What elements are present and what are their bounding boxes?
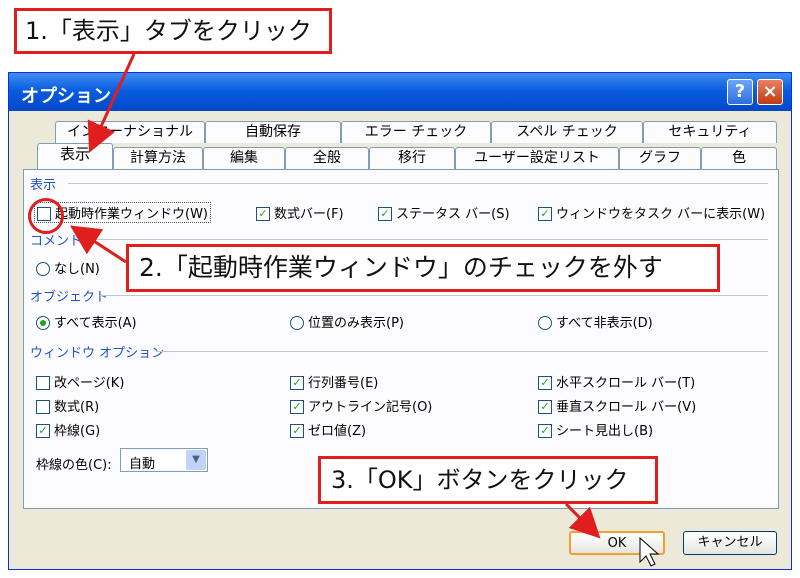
check-icon: ✓ xyxy=(538,423,552,438)
check-icon: ✓ xyxy=(378,206,392,221)
check-icon: ✓ xyxy=(290,375,304,390)
group-divider xyxy=(100,295,768,296)
checkbox-row-col-headers[interactable]: ✓ 行列番号(E) xyxy=(290,372,378,391)
tab-color[interactable]: 色 xyxy=(701,147,777,169)
checkbox-label: ウィンドウをタスク バーに表示(W) xyxy=(556,207,766,222)
check-icon: ✓ xyxy=(290,399,304,414)
radio-label: 位置のみ表示(P) xyxy=(308,316,404,331)
checkbox-label: シート見出し(B) xyxy=(556,424,654,439)
group-divider xyxy=(84,239,768,240)
radio-circle xyxy=(36,261,50,276)
highlight-circle xyxy=(28,198,64,234)
check-icon: ✓ xyxy=(256,206,270,221)
close-icon[interactable]: × xyxy=(757,79,783,105)
checkbox-status-bar[interactable]: ✓ ステータス バー(S) xyxy=(378,203,510,222)
checkbox-label: 垂直スクロール バー(V) xyxy=(556,400,697,415)
radio-show-placeholders[interactable]: 位置のみ表示(P) xyxy=(290,312,404,331)
checkbox-label: アウトライン記号(O) xyxy=(308,400,433,415)
checkbox-formula-bar[interactable]: ✓ 数式バー(F) xyxy=(256,203,344,222)
checkbox-outline-symbols[interactable]: ✓ アウトライン記号(O) xyxy=(290,396,432,415)
tab-view[interactable]: 表示 xyxy=(37,143,113,169)
dialog-title: オプション xyxy=(21,86,111,107)
group-divider xyxy=(68,183,768,184)
title-bar[interactable]: オプション ? × xyxy=(9,73,791,111)
tab-edit[interactable]: 編集 xyxy=(203,147,285,169)
check-icon: ✓ xyxy=(538,375,552,390)
cancel-button[interactable]: キャンセル xyxy=(683,531,777,555)
radio-circle xyxy=(290,315,304,330)
group-divider xyxy=(156,351,768,352)
checkbox-sheet-tabs[interactable]: ✓ シート見出し(B) xyxy=(538,420,653,439)
tab-autosave[interactable]: 自動保存 xyxy=(205,121,341,143)
check-icon: ✓ xyxy=(538,399,552,414)
check-icon: ✓ xyxy=(290,423,304,438)
tab-general[interactable]: 全般 xyxy=(285,147,369,169)
checkbox-label: ステータス バー(S) xyxy=(396,207,510,222)
ok-button[interactable]: OK xyxy=(569,531,665,555)
checkbox-gridlines[interactable]: ✓ 枠線(G) xyxy=(36,420,100,439)
tab-error-check[interactable]: エラー チェック xyxy=(341,121,491,143)
checkbox-label: 水平スクロール バー(T) xyxy=(556,376,696,391)
checkbox-zero-values[interactable]: ✓ ゼロ値(Z) xyxy=(290,420,366,439)
checkbox-box xyxy=(36,375,50,390)
radio-hide-all[interactable]: すべて非表示(D) xyxy=(538,312,653,331)
gridline-color-label: 枠線の色(C): xyxy=(36,458,112,473)
radio-circle xyxy=(538,315,552,330)
callout-step1: 1.「表示」タブをクリック xyxy=(14,8,332,54)
radio-comment-none[interactable]: なし(N) xyxy=(36,258,100,277)
tab-international[interactable]: インターナショナル xyxy=(55,121,205,143)
gridline-color-select[interactable]: 自動 ▼ xyxy=(120,448,208,472)
help-icon[interactable]: ? xyxy=(727,79,753,105)
checkbox-box xyxy=(36,399,50,414)
radio-label: すべて表示(A) xyxy=(54,316,137,331)
group-title-comment: コメント xyxy=(30,234,83,249)
tab-security[interactable]: セキュリティ xyxy=(643,121,777,143)
callout-step3: 3.「OK」ボタンをクリック xyxy=(318,456,658,504)
group-title-display: 表示 xyxy=(30,178,57,193)
group-title-window-options: ウィンドウ オプション xyxy=(30,346,165,361)
checkbox-label: 起動時作業ウィンドウ(W) xyxy=(55,207,208,222)
checkbox-formulas[interactable]: 数式(R) xyxy=(36,396,99,415)
gridline-color-value: 自動 xyxy=(129,457,156,472)
checkbox-label: 行列番号(E) xyxy=(308,376,379,391)
checkbox-page-breaks[interactable]: 改ページ(K) xyxy=(36,372,124,391)
tab-spell-check[interactable]: スペル チェック xyxy=(491,121,643,143)
checkbox-label: 数式(R) xyxy=(54,400,100,415)
tab-custom-lists[interactable]: ユーザー設定リスト xyxy=(455,147,619,169)
tab-transition[interactable]: 移行 xyxy=(369,147,455,169)
checkbox-label: 数式バー(F) xyxy=(274,207,344,222)
radio-label: すべて非表示(D) xyxy=(556,316,653,331)
checkbox-vertical-scrollbar[interactable]: ✓ 垂直スクロール バー(V) xyxy=(538,396,696,415)
check-icon: ✓ xyxy=(538,206,552,221)
callout-step2: 2.「起動時作業ウィンドウ」のチェックを外す xyxy=(126,244,720,292)
tab-chart[interactable]: グラフ xyxy=(619,147,701,169)
checkbox-label: ゼロ値(Z) xyxy=(308,424,367,439)
callout-step3-text: 3.「OK」ボタンをクリック xyxy=(331,466,629,494)
radio-label: なし(N) xyxy=(54,262,100,277)
callout-step1-text: 1.「表示」タブをクリック xyxy=(25,17,312,45)
checkbox-label: 枠線(G) xyxy=(54,424,101,439)
check-icon: ✓ xyxy=(36,423,50,438)
group-title-object: オブジェクト xyxy=(30,290,109,305)
checkbox-label: 改ページ(K) xyxy=(54,376,125,391)
radio-circle xyxy=(36,315,50,330)
radio-show-all[interactable]: すべて表示(A) xyxy=(36,312,137,331)
tab-calculation[interactable]: 計算方法 xyxy=(113,147,203,169)
checkbox-horizontal-scrollbar[interactable]: ✓ 水平スクロール バー(T) xyxy=(538,372,695,391)
checkbox-windows-in-taskbar[interactable]: ✓ ウィンドウをタスク バーに表示(W) xyxy=(538,203,765,222)
callout-step2-text: 2.「起動時作業ウィンドウ」のチェックを外す xyxy=(139,253,663,282)
chevron-down-icon[interactable]: ▼ xyxy=(186,450,206,470)
